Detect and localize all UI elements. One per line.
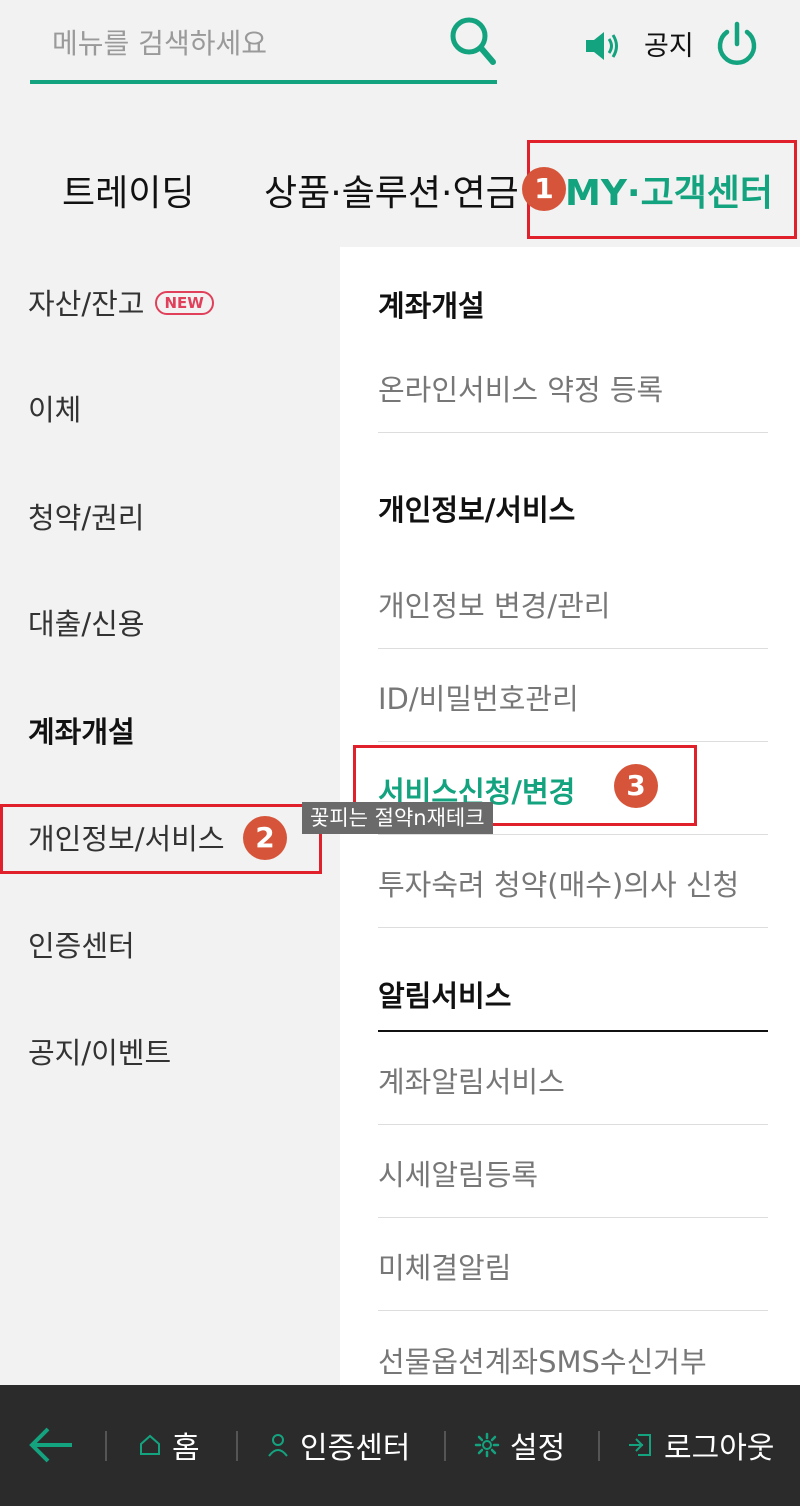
nav-item-account-open[interactable]: 계좌개설 xyxy=(28,709,135,751)
menu-price-alert[interactable]: 시세알림등록 xyxy=(378,1152,538,1194)
menu-personal-info-manage[interactable]: 개인정보 변경/관리 xyxy=(378,583,610,625)
back-button[interactable] xyxy=(28,1423,84,1467)
new-badge: NEW xyxy=(154,291,214,315)
user-icon xyxy=(268,1434,288,1457)
logout-button[interactable]: 로그아웃 xyxy=(626,1423,774,1467)
nav-item-label: 자산/잔고 xyxy=(28,287,145,321)
separator xyxy=(598,1431,600,1461)
separator xyxy=(444,1431,446,1461)
section-title-alerts: 알림서비스 xyxy=(378,979,512,1013)
divider xyxy=(378,1030,768,1032)
nav-item-subscription[interactable]: 청약/권리 xyxy=(28,495,145,537)
section-title-account-open: 계좌개설 xyxy=(378,289,485,323)
divider xyxy=(378,648,768,649)
menu-account-alert[interactable]: 계좌알림서비스 xyxy=(378,1059,565,1101)
search-input[interactable] xyxy=(52,18,432,68)
divider xyxy=(378,927,768,928)
highlight-box-step1 xyxy=(527,140,797,239)
menu-id-password[interactable]: ID/비밀번호관리 xyxy=(378,676,579,718)
search-bar xyxy=(30,10,497,84)
nav-item-transfer[interactable]: 이체 xyxy=(28,387,81,429)
auth-center-button[interactable]: 인증센터 xyxy=(266,1423,410,1467)
menu-futures-sms-reject[interactable]: 선물옵션계좌SMS수신거부 xyxy=(378,1339,707,1381)
menu-unfilled-alert[interactable]: 미체결알림 xyxy=(378,1245,511,1287)
nav-item-assets[interactable]: 자산/잔고 NEW xyxy=(28,281,214,323)
divider xyxy=(378,1124,768,1125)
notice-link[interactable]: 공지 xyxy=(644,24,694,63)
divider xyxy=(378,834,768,835)
gear-icon xyxy=(474,1432,500,1458)
search-icon[interactable] xyxy=(445,12,501,72)
divider xyxy=(378,432,768,433)
watermark-tooltip: 꽃피는 절약n재테크 xyxy=(302,802,493,834)
divider xyxy=(378,1310,768,1311)
home-icon xyxy=(140,1434,160,1455)
divider xyxy=(378,741,768,742)
step-badge-3: 3 xyxy=(614,764,658,808)
auth-center-label: 인증센터 xyxy=(300,1431,411,1466)
settings-button[interactable]: 설정 xyxy=(474,1423,565,1467)
divider xyxy=(378,1217,768,1218)
step-badge-1: 1 xyxy=(522,167,566,211)
home-button[interactable]: 홈 xyxy=(138,1423,200,1467)
step-badge-2: 2 xyxy=(243,816,287,860)
section-title-personal-info: 개인정보/서비스 xyxy=(378,493,576,527)
speaker-icon[interactable] xyxy=(582,26,622,66)
separator xyxy=(105,1431,107,1461)
nav-item-notice-event[interactable]: 공지/이벤트 xyxy=(28,1030,171,1072)
separator xyxy=(236,1431,238,1461)
tab-trading[interactable]: 트레이딩 xyxy=(62,164,194,216)
home-label: 홈 xyxy=(172,1431,200,1466)
arrow-left-icon xyxy=(29,1427,72,1463)
menu-online-agreement[interactable]: 온라인서비스 약정 등록 xyxy=(378,367,663,409)
logout-label: 로그아웃 xyxy=(664,1431,775,1466)
power-icon[interactable] xyxy=(714,20,760,70)
bottom-bar: 홈 인증센터 설정 로그아웃 xyxy=(0,1385,800,1506)
menu-investment-cooling[interactable]: 투자숙려 청약(매수)의사 신청 xyxy=(378,862,739,904)
nav-item-auth-center[interactable]: 인증센터 xyxy=(28,923,135,965)
nav-item-loan[interactable]: 대출/신용 xyxy=(28,601,145,643)
logout-icon xyxy=(629,1434,651,1456)
settings-label: 설정 xyxy=(510,1431,566,1466)
tab-products[interactable]: 상품·솔루션·연금 xyxy=(264,164,524,216)
